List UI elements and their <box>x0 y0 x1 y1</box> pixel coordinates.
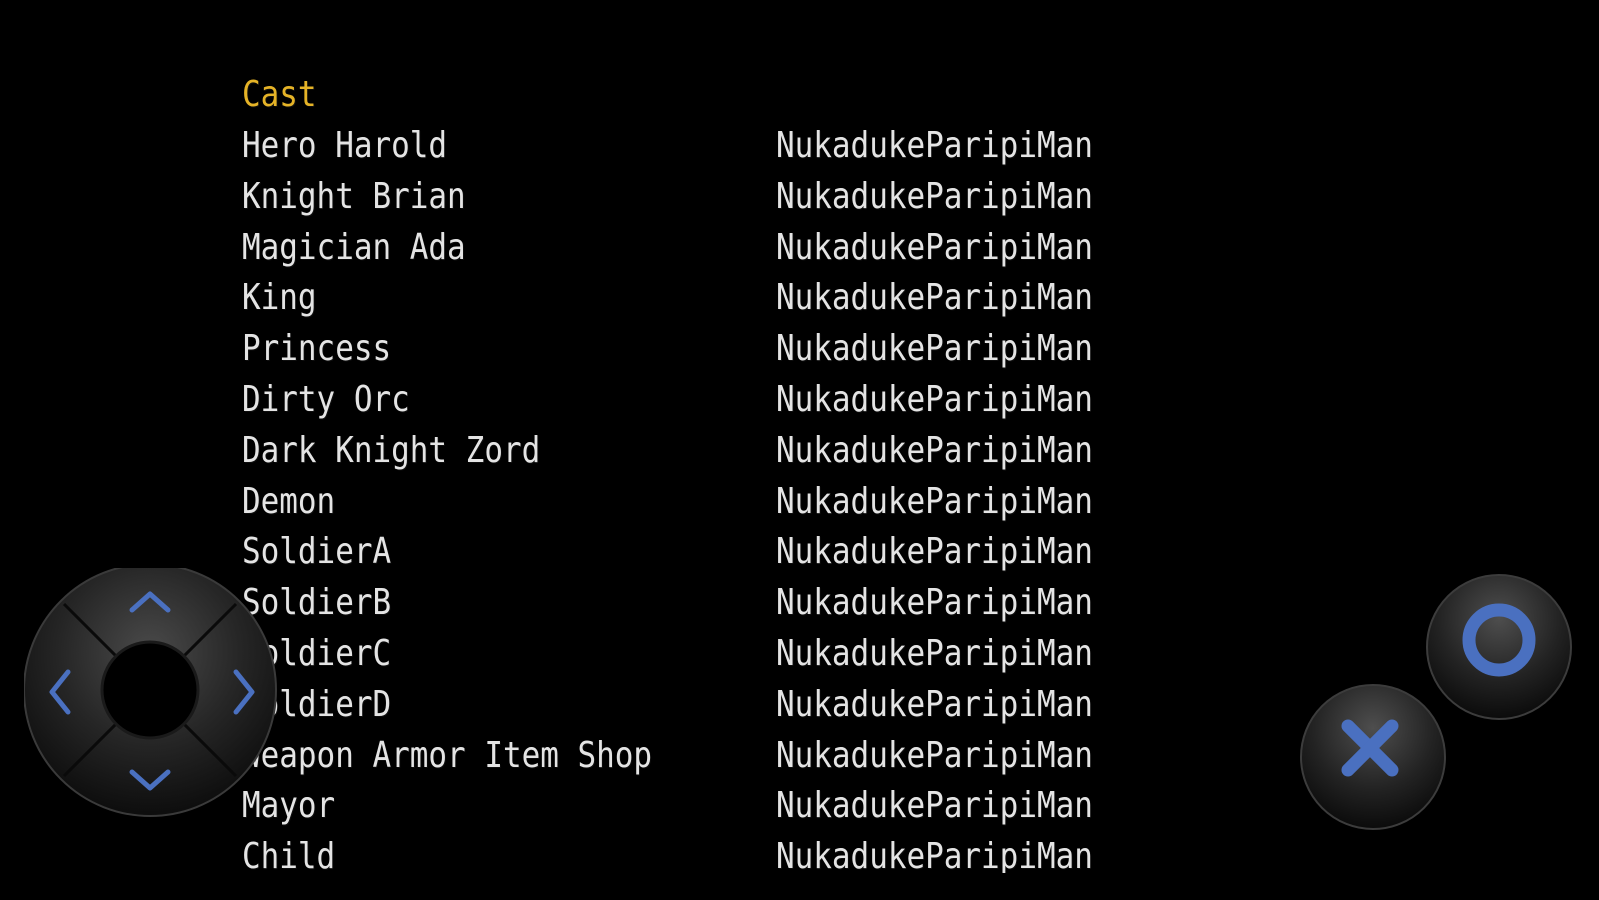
credit-name: NukadukeParipiMan <box>776 328 1093 369</box>
credit-role: Knight Brian <box>242 176 466 217</box>
credit-role: Princess <box>242 328 392 369</box>
credit-role: Weapon Armor Item Shop <box>242 735 653 776</box>
credit-name: NukadukeParipiMan <box>776 785 1093 826</box>
credit-name: NukadukeParipiMan <box>776 531 1093 572</box>
game-screen: Cast Hero Harold NukadukeParipiMan Knight … <box>0 0 1599 900</box>
credit-name: NukadukeParipiMan <box>776 379 1093 420</box>
chevron-left-icon <box>49 669 71 715</box>
chevron-down-icon <box>129 769 171 791</box>
dpad-left-button[interactable] <box>24 652 104 732</box>
chevron-right-icon <box>233 669 255 715</box>
credit-name: NukadukeParipiMan <box>776 582 1093 623</box>
dpad-down-button[interactable] <box>110 744 190 824</box>
cancel-button[interactable] <box>1298 682 1448 832</box>
credit-name: NukadukeParipiMan <box>776 227 1093 268</box>
credit-name: NukadukeParipiMan <box>776 633 1093 674</box>
chevron-up-icon <box>129 591 171 613</box>
credit-role: Dirty Orc <box>242 379 410 420</box>
credit-role: Child <box>242 836 336 874</box>
credits-section-title: Cast <box>242 74 317 115</box>
credit-name: NukadukeParipiMan <box>776 684 1093 725</box>
credit-role: Dark Knight Zord <box>242 430 541 471</box>
credit-role: Hero Harold <box>242 125 448 166</box>
dpad-up-button[interactable] <box>110 570 190 650</box>
credit-name: NukadukeParipiMan <box>776 176 1093 217</box>
credit-role: SoldierA <box>242 531 392 572</box>
credit-name: NukadukeParipiMan <box>776 125 1093 166</box>
dpad-right-button[interactable] <box>200 652 280 732</box>
credit-role: Demon <box>242 481 336 522</box>
credit-name: NukadukeParipiMan <box>776 836 1093 874</box>
cross-icon <box>1300 684 1446 830</box>
credit-role: Magician Ada <box>242 227 466 268</box>
virtual-dpad[interactable] <box>24 568 284 828</box>
credit-name: NukadukeParipiMan <box>776 735 1093 776</box>
credit-role: King <box>242 277 317 318</box>
credit-name: NukadukeParipiMan <box>776 481 1093 522</box>
credit-name: NukadukeParipiMan <box>776 430 1093 471</box>
credit-name: NukadukeParipiMan <box>776 277 1093 318</box>
